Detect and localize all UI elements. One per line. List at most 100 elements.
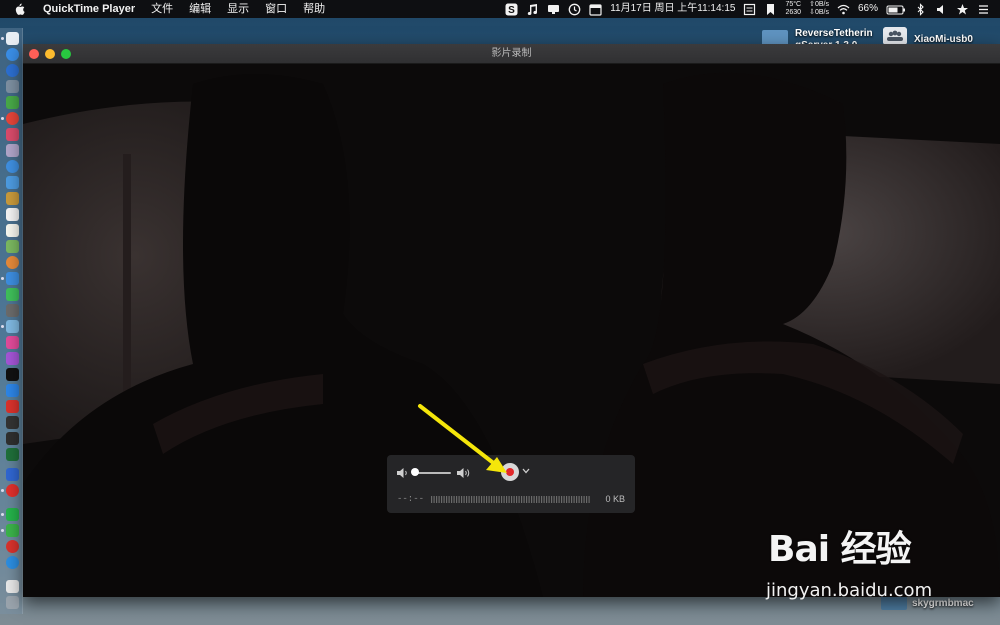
level-tick xyxy=(463,496,465,503)
apple-icon[interactable] xyxy=(14,3,25,15)
display-chat-icon[interactable] xyxy=(547,3,560,16)
window-list-icon[interactable] xyxy=(743,3,756,16)
yandex-icon[interactable] xyxy=(6,484,19,497)
html-editor-icon[interactable] xyxy=(6,468,19,481)
level-tick xyxy=(551,496,553,503)
music-note-icon[interactable] xyxy=(526,3,539,16)
level-tick xyxy=(563,496,565,503)
level-tick xyxy=(488,496,490,503)
svg-text:S: S xyxy=(508,5,515,16)
watermark-logo: Bai 经验 xyxy=(768,529,912,570)
app-store-icon[interactable] xyxy=(6,160,19,173)
level-tick xyxy=(521,496,523,503)
calendar-app-icon[interactable] xyxy=(6,208,19,221)
level-tick xyxy=(471,496,473,503)
app-icon[interactable] xyxy=(6,144,19,157)
level-tick xyxy=(491,496,493,503)
volume-icon[interactable] xyxy=(935,3,948,16)
messages-icon[interactable] xyxy=(6,288,19,301)
photos-icon[interactable] xyxy=(6,256,19,269)
activity-monitor-icon[interactable] xyxy=(6,432,19,445)
terminal-icon[interactable] xyxy=(6,416,19,429)
menu-help[interactable]: 帮助 xyxy=(295,0,333,18)
document-icon[interactable] xyxy=(6,580,19,593)
finder-icon[interactable] xyxy=(6,32,19,45)
level-tick xyxy=(581,496,583,503)
edge-icon[interactable] xyxy=(6,556,19,569)
chevron-down-icon[interactable] xyxy=(522,468,530,474)
android-icon[interactable] xyxy=(6,96,19,109)
volume-slider-knob[interactable] xyxy=(411,468,419,476)
list-menu-icon[interactable] xyxy=(977,3,990,16)
launchpad-icon[interactable] xyxy=(6,48,19,61)
wechat-icon[interactable] xyxy=(6,524,19,537)
bluetooth-icon[interactable] xyxy=(914,2,927,16)
sogou-input-icon[interactable]: S xyxy=(505,3,518,16)
level-tick xyxy=(496,496,498,503)
level-tick xyxy=(441,496,443,503)
level-tick xyxy=(486,496,488,503)
level-tick xyxy=(543,496,545,503)
running-indicator xyxy=(1,325,4,328)
level-tick xyxy=(456,496,458,503)
menu-app-name[interactable]: QuickTime Player xyxy=(35,0,143,18)
window-titlebar[interactable]: 影片录制 xyxy=(23,44,1000,64)
safari-icon[interactable] xyxy=(6,64,19,77)
notes-app-icon[interactable] xyxy=(6,192,19,205)
apple-tv-icon[interactable] xyxy=(6,368,19,381)
itunes-icon[interactable] xyxy=(6,336,19,349)
network-drive-icon[interactable] xyxy=(883,27,907,45)
level-tick xyxy=(438,496,440,503)
menu-view[interactable]: 显示 xyxy=(219,0,257,18)
volume-low-icon[interactable] xyxy=(396,467,410,479)
console-icon[interactable] xyxy=(6,448,19,461)
level-tick xyxy=(523,496,525,503)
battery-percent[interactable]: 66% xyxy=(854,0,882,18)
running-indicator xyxy=(1,529,4,532)
level-tick xyxy=(561,496,563,503)
chrome-icon[interactable] xyxy=(6,112,19,125)
level-tick xyxy=(566,496,568,503)
wechat-pay-icon[interactable] xyxy=(6,508,19,521)
camera-app-icon[interactable] xyxy=(6,304,19,317)
vivaldi-icon[interactable] xyxy=(6,400,19,413)
volume-high-icon[interactable] xyxy=(456,467,472,479)
level-tick xyxy=(431,496,433,503)
rocket-app-icon[interactable] xyxy=(6,80,19,93)
menu-edit[interactable]: 编辑 xyxy=(181,0,219,18)
volume-slider-track[interactable] xyxy=(414,472,451,474)
bookmark-icon[interactable] xyxy=(764,3,777,16)
fan-speed-value: 2630 xyxy=(785,9,802,16)
textedit-icon[interactable] xyxy=(6,224,19,237)
mail-icon[interactable] xyxy=(6,272,19,285)
battery-icon[interactable] xyxy=(886,3,906,16)
record-button[interactable] xyxy=(501,463,519,481)
level-tick xyxy=(578,496,580,503)
star-icon[interactable] xyxy=(956,3,969,16)
menu-bar: QuickTime Player 文件 编辑 显示 窗口 帮助 S 11月17日… xyxy=(0,0,1000,18)
camera-feed-image xyxy=(23,64,1000,597)
level-tick xyxy=(553,496,555,503)
podcasts-icon[interactable] xyxy=(6,352,19,365)
menu-file[interactable]: 文件 xyxy=(143,0,181,18)
level-tick xyxy=(531,496,533,503)
level-tick xyxy=(526,496,528,503)
file-size: 0 KB xyxy=(605,494,625,504)
level-tick xyxy=(586,496,588,503)
maps-icon[interactable] xyxy=(6,240,19,253)
trash-icon[interactable] xyxy=(6,596,19,609)
menu-window[interactable]: 窗口 xyxy=(257,0,295,18)
time-machine-icon[interactable] xyxy=(568,3,581,16)
calendar-icon[interactable] xyxy=(589,3,602,16)
keynote-icon[interactable] xyxy=(6,320,19,333)
music-app-icon[interactable] xyxy=(6,128,19,141)
level-tick xyxy=(583,496,585,503)
netease-music-icon[interactable] xyxy=(6,540,19,553)
app-store-2-icon[interactable] xyxy=(6,384,19,397)
level-tick xyxy=(513,496,515,503)
preview-icon[interactable] xyxy=(6,176,19,189)
status-datetime[interactable]: 11月17日 周日 上午11:14:15 xyxy=(606,0,739,18)
temperature-fan-readout[interactable]: 75°C 2630 xyxy=(781,1,805,17)
wifi-icon[interactable] xyxy=(837,3,850,16)
network-speed-readout[interactable]: ⇧0B/s ⇩0B/s xyxy=(805,1,833,17)
